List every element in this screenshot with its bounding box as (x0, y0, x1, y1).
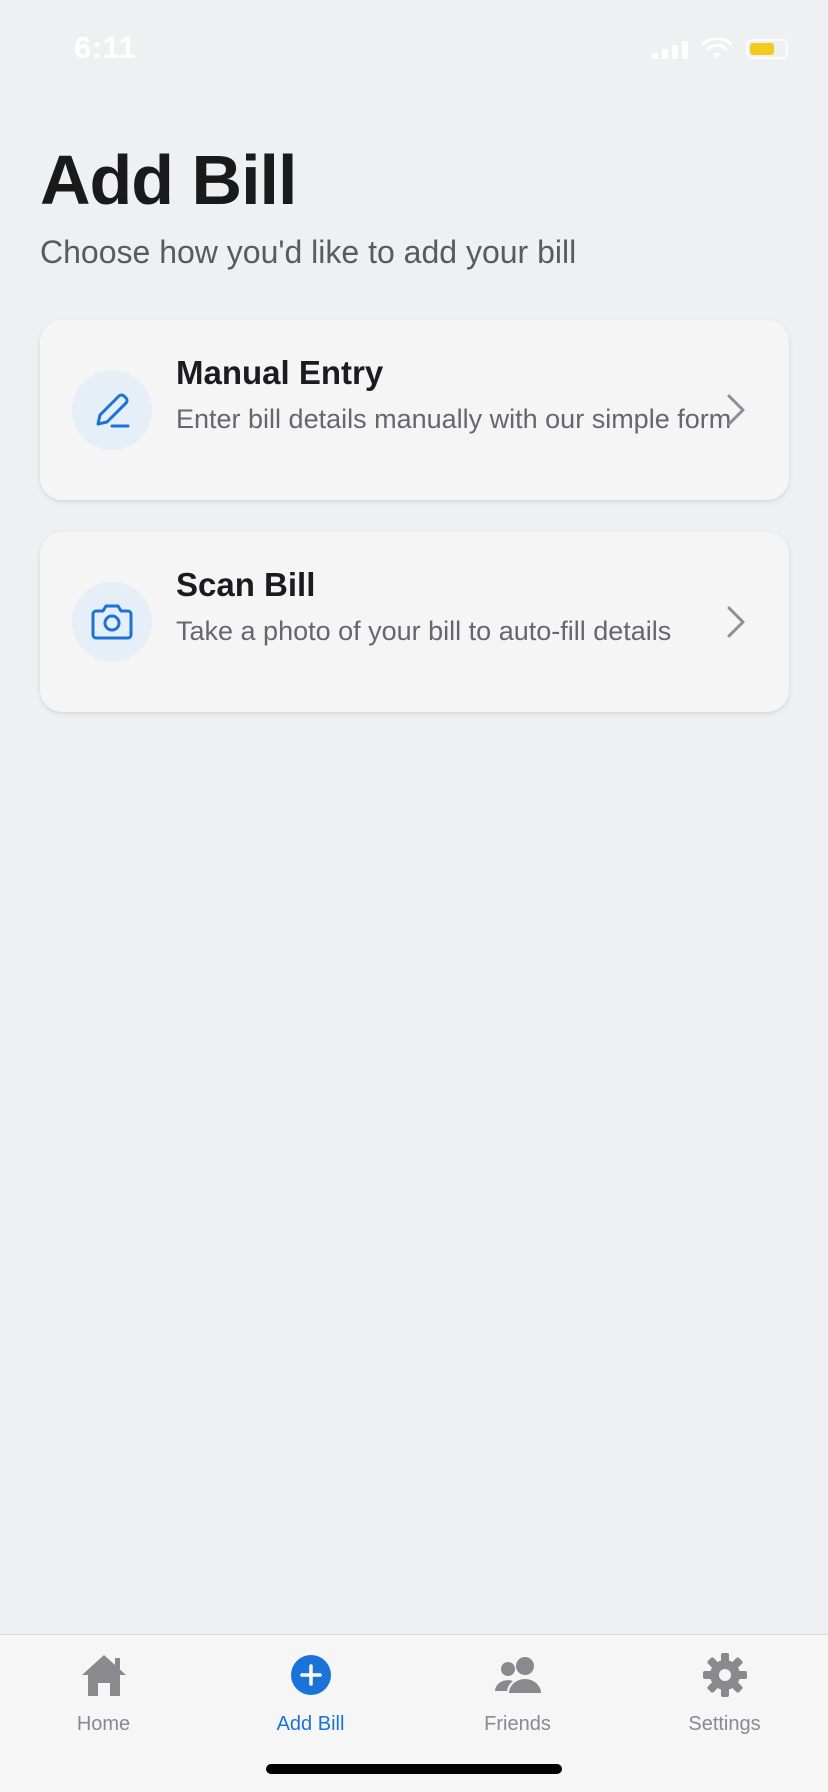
scan-bill-description: Take a photo of your bill to auto-fill d… (176, 616, 672, 646)
tab-add-bill-label: Add Bill (276, 1713, 345, 1735)
status-icons (652, 38, 788, 60)
chevron-right-icon (727, 394, 745, 426)
scan-bill-text: Scan Bill Take a photo of your bill to a… (176, 566, 756, 648)
gear-icon (702, 1653, 747, 1697)
wifi-icon (702, 38, 732, 58)
plus-circle-icon (290, 1655, 331, 1695)
manual-entry-text: Manual Entry Enter bill details manually… (176, 354, 756, 436)
home-indicator[interactable] (266, 1764, 562, 1774)
manual-entry-description: Enter bill details manually with our sim… (176, 404, 732, 434)
status-time: 6:11 (74, 30, 137, 65)
scan-bill-option[interactable]: Scan Bill Take a photo of your bill to a… (40, 532, 789, 712)
add-bill-screen: 6:11 Add Bill Choose how you'd like to a… (0, 0, 828, 1792)
scan-bill-title: Scan Bill (176, 566, 316, 603)
tab-friends[interactable]: Friends (414, 1635, 621, 1755)
battery-icon (746, 39, 788, 59)
status-bar: 6:11 (0, 0, 828, 100)
pencil-icon (96, 393, 130, 428)
tab-friends-label: Friends (484, 1713, 551, 1735)
tab-settings[interactable]: Settings (621, 1635, 828, 1755)
people-icon (494, 1657, 541, 1693)
tab-home-label: Home (76, 1713, 131, 1735)
camera-icon (91, 604, 133, 640)
tab-add-bill[interactable]: Add Bill (207, 1635, 414, 1755)
manual-entry-title: Manual Entry (176, 354, 384, 391)
scan-bill-icon-badge (72, 582, 152, 662)
tab-settings-label: Settings (688, 1713, 761, 1735)
page-subtitle: Choose how you'd like to add your bill (40, 234, 577, 270)
manual-entry-option[interactable]: Manual Entry Enter bill details manually… (40, 320, 789, 500)
cellular-signal-icon (652, 39, 688, 59)
manual-entry-icon-badge (72, 370, 152, 450)
chevron-right-icon (727, 606, 745, 638)
page-title: Add Bill (40, 141, 297, 219)
tab-home[interactable]: Home (0, 1635, 207, 1755)
home-icon (81, 1655, 126, 1696)
